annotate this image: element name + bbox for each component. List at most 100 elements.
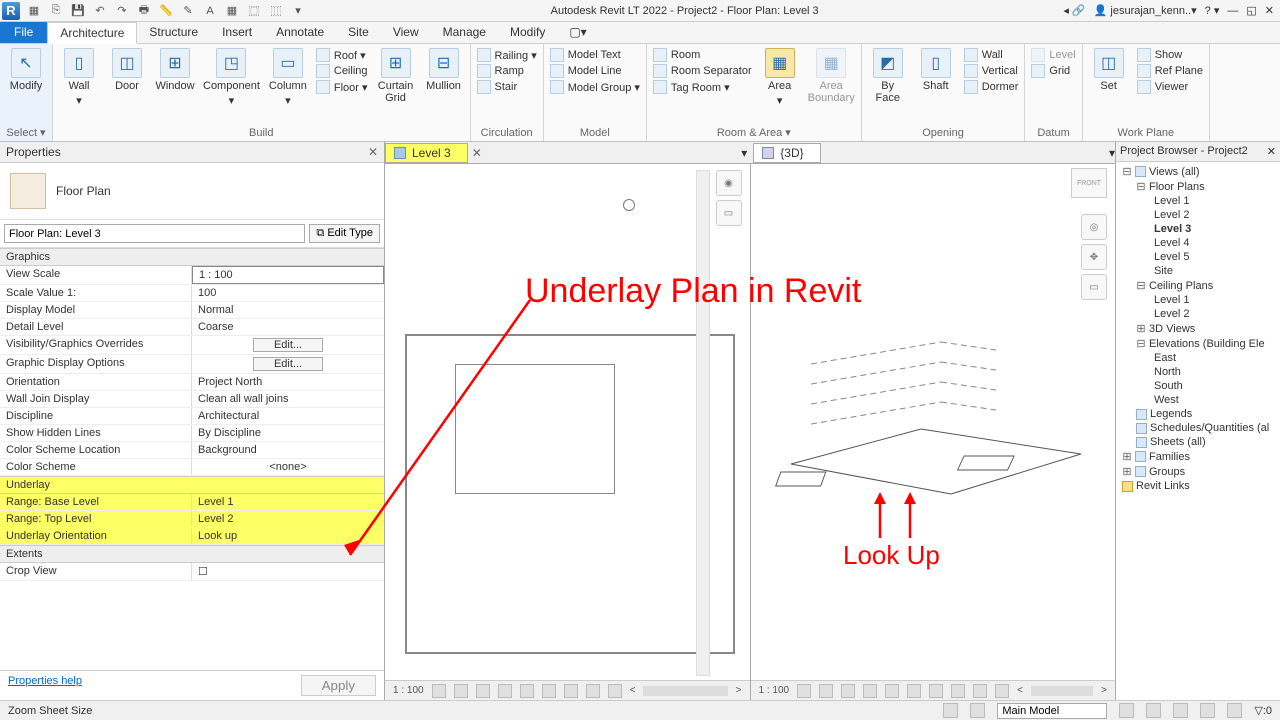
vc-icon[interactable]	[973, 684, 987, 698]
type-selector[interactable]: Floor Plan	[56, 184, 111, 198]
status-icon[interactable]	[1173, 703, 1188, 718]
nav-wheel-icon[interactable]: ◎	[1081, 214, 1107, 240]
ref-plane-button[interactable]: Ref Plane	[1137, 64, 1203, 78]
crop-checkbox[interactable]: ☐	[192, 563, 384, 580]
show-button[interactable]: Show	[1137, 48, 1203, 62]
ramp-button[interactable]: Ramp	[477, 64, 537, 78]
model-line-button[interactable]: Model Line	[550, 64, 640, 78]
status-icon[interactable]	[1119, 703, 1134, 718]
qat-icon[interactable]: ⿲	[268, 3, 284, 19]
level-button[interactable]: Level	[1031, 48, 1075, 62]
vc-icon[interactable]	[907, 684, 921, 698]
qat-icon[interactable]: ↷	[114, 3, 130, 19]
section-graphics[interactable]: Graphics	[0, 248, 384, 266]
vc-icon[interactable]	[951, 684, 965, 698]
tab-architecture[interactable]: Architecture	[47, 22, 137, 44]
status-icon[interactable]	[1200, 703, 1215, 718]
set-button[interactable]: ◫Set	[1089, 48, 1129, 92]
vc-icon[interactable]	[476, 684, 490, 698]
tab-view[interactable]: View	[381, 22, 431, 43]
roof-button[interactable]: Roof ▾	[316, 48, 368, 62]
tree-item[interactable]: West	[1118, 393, 1278, 407]
prop-value[interactable]: Level 2	[192, 511, 384, 527]
prop-value[interactable]: Level 1	[192, 494, 384, 510]
room-button[interactable]: Room	[653, 48, 752, 62]
viewer-button[interactable]: Viewer	[1137, 80, 1203, 94]
vc-icon[interactable]	[608, 684, 622, 698]
plan-view-canvas[interactable]: ◉▭ 1 : 100 <>	[385, 164, 751, 700]
tree-item[interactable]: North	[1118, 365, 1278, 379]
vc-icon[interactable]	[520, 684, 534, 698]
tab-annotate[interactable]: Annotate	[264, 22, 336, 43]
model-text-button[interactable]: Model Text	[550, 48, 640, 62]
qat-icon[interactable]: ▾	[290, 3, 306, 19]
tree-legends[interactable]: Legends	[1118, 407, 1278, 421]
prop-value[interactable]: Coarse	[192, 319, 384, 335]
vc-icon[interactable]	[432, 684, 446, 698]
close-icon[interactable]: ✕	[1267, 145, 1276, 158]
column-button[interactable]: ▭Column▾	[268, 48, 308, 107]
status-icon[interactable]	[943, 703, 958, 718]
prop-value[interactable]: Look up	[192, 528, 384, 544]
tab-structure[interactable]: Structure	[137, 22, 210, 43]
status-icon[interactable]	[970, 703, 985, 718]
nav-2d-icon[interactable]: ◉	[716, 170, 742, 196]
file-tab[interactable]: File	[0, 22, 47, 43]
qat-icon[interactable]: ⿴	[246, 3, 262, 19]
tab-site[interactable]: Site	[336, 22, 381, 43]
qat-icon[interactable]: ↶	[92, 3, 108, 19]
status-icon[interactable]	[1227, 703, 1242, 718]
open-vert-button[interactable]: Vertical	[964, 64, 1019, 78]
tab-modify[interactable]: Modify	[498, 22, 557, 43]
tree-3d-views[interactable]: ⊞3D Views	[1118, 321, 1278, 336]
restore-icon[interactable]: ◱	[1246, 4, 1256, 17]
nav-pan-icon[interactable]: ✥	[1081, 244, 1107, 270]
edit-button[interactable]: Edit...	[192, 355, 384, 373]
tab-manage[interactable]: Manage	[431, 22, 498, 43]
qat-icon[interactable]: 🖶	[136, 3, 152, 19]
prop-value[interactable]: Project North	[192, 374, 384, 390]
vc-icon[interactable]	[995, 684, 1009, 698]
properties-help-link[interactable]: Properties help	[8, 675, 82, 696]
prop-value[interactable]: 1 : 100	[192, 266, 384, 284]
view-cube[interactable]: FRONT	[1071, 168, 1107, 198]
instance-field[interactable]	[4, 224, 305, 243]
prop-value[interactable]: <none>	[192, 459, 384, 475]
open-wall-button[interactable]: Wall	[964, 48, 1019, 62]
vc-icon[interactable]	[929, 684, 943, 698]
curtain-grid-button[interactable]: ⊞Curtain Grid	[376, 48, 416, 104]
vc-icon[interactable]	[542, 684, 556, 698]
mullion-button[interactable]: ⊟Mullion	[424, 48, 464, 92]
floor-button[interactable]: Floor ▾	[316, 80, 368, 94]
vc-icon[interactable]	[454, 684, 468, 698]
tab-insert[interactable]: Insert	[210, 22, 264, 43]
tree-item[interactable]: Level 5	[1118, 250, 1278, 264]
tree-item[interactable]: Level 2	[1118, 307, 1278, 321]
nav-sheet-icon[interactable]: ▭	[1081, 274, 1107, 300]
tree-item[interactable]: Level 4	[1118, 236, 1278, 250]
qat-icon[interactable]: ✎	[180, 3, 196, 19]
tree-item[interactable]: Level 1	[1118, 194, 1278, 208]
prop-value[interactable]: By Discipline	[192, 425, 384, 441]
shaft-button[interactable]: ▯Shaft	[916, 48, 956, 92]
prop-value[interactable]: Architectural	[192, 408, 384, 424]
view-tab-level3[interactable]: Level 3	[385, 143, 468, 163]
tree-views[interactable]: ⊟Views (all)	[1118, 164, 1278, 179]
component-button[interactable]: ◳Component▾	[203, 48, 260, 107]
area-boundary-button[interactable]: ▦Area Boundary	[808, 48, 855, 104]
qat-icon[interactable]: 💾	[70, 3, 86, 19]
tree-item[interactable]: Level 1	[1118, 293, 1278, 307]
vc-icon[interactable]	[797, 684, 811, 698]
tree-families[interactable]: ⊞Families	[1118, 449, 1278, 464]
open-dormer-button[interactable]: Dormer	[964, 80, 1019, 94]
vc-icon[interactable]	[841, 684, 855, 698]
scrollbar-horizontal[interactable]	[1031, 686, 1093, 696]
elevation-marker[interactable]	[623, 199, 635, 211]
tree-item-active[interactable]: Level 3	[1118, 222, 1278, 236]
door-button[interactable]: ◫Door	[107, 48, 147, 92]
minimize-icon[interactable]: —	[1227, 5, 1238, 17]
tree-item[interactable]: Site	[1118, 264, 1278, 278]
prop-value[interactable]: Clean all wall joins	[192, 391, 384, 407]
room-sep-button[interactable]: Room Separator	[653, 64, 752, 78]
scrollbar-vertical[interactable]	[696, 170, 710, 676]
